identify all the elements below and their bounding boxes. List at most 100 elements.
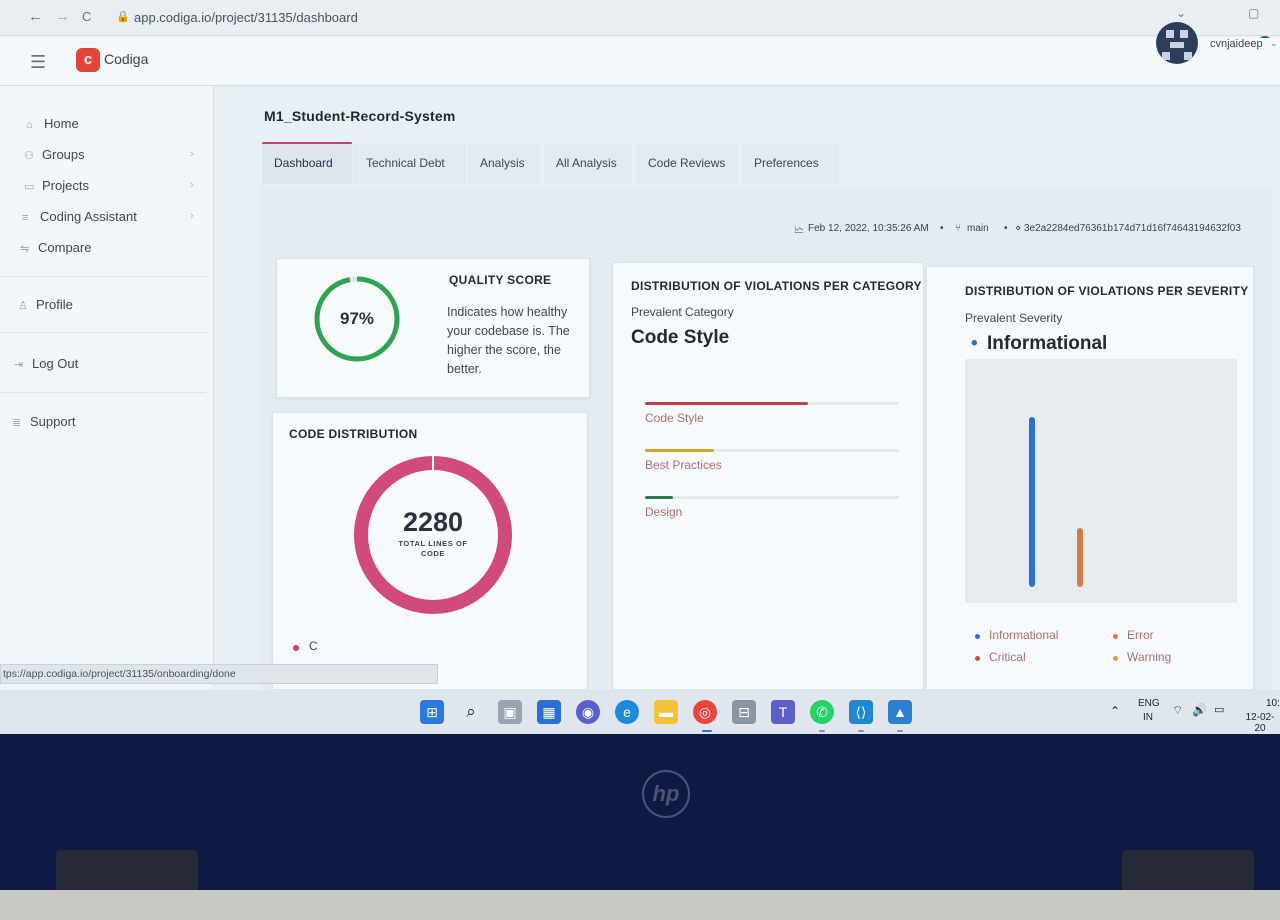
severity-bar-chart bbox=[965, 359, 1237, 603]
legend-dot bbox=[975, 656, 980, 661]
language-indicator[interactable]: ENG bbox=[1138, 698, 1160, 709]
screen: ← → C 🔒 app.codiga.io/project/31135/dash… bbox=[0, 0, 1280, 690]
commit-icon: ⋄ bbox=[1015, 223, 1022, 234]
address-bar[interactable]: app.codiga.io/project/31135/dashboard bbox=[134, 10, 358, 25]
violations-severity-title: DISTRIBUTION OF VIOLATIONS PER SEVERITY bbox=[965, 284, 1249, 298]
app-header: ☰ c Codiga bbox=[0, 38, 1280, 86]
edge-browser-icon[interactable]: e bbox=[615, 700, 639, 724]
sidebar-item-projects[interactable]: ▭ Projects bbox=[24, 178, 89, 198]
total-lines-value: 2280 bbox=[402, 507, 464, 537]
microsoft-store-icon[interactable]: ⊟ bbox=[732, 700, 756, 724]
user-name[interactable]: cvnjaideep bbox=[1210, 38, 1263, 50]
prevalent-severity-value: Informational bbox=[987, 333, 1108, 354]
tab-all-analysis[interactable]: All Analysis bbox=[544, 144, 632, 184]
forward-button[interactable]: → bbox=[55, 8, 70, 25]
total-lines-label: TOTAL LINES OF CODE bbox=[398, 539, 468, 558]
clock-time[interactable]: 10: bbox=[1266, 698, 1280, 709]
restore-window-button[interactable]: ▢ bbox=[1248, 6, 1259, 20]
page-title: M1_Student-Record-System bbox=[264, 108, 456, 124]
projects-icon: ▭ bbox=[24, 181, 35, 193]
violations-category-card: DISTRIBUTION OF VIOLATIONS PER CATEGORY … bbox=[612, 262, 924, 690]
user-avatar[interactable] bbox=[1156, 22, 1198, 64]
photos-icon[interactable]: ▲ bbox=[888, 700, 912, 724]
tab-technical-debt[interactable]: Technical Debt bbox=[354, 144, 466, 184]
branch-name: main bbox=[967, 223, 989, 234]
home-icon: ⌂ bbox=[26, 119, 33, 131]
quality-score-value: 97% bbox=[339, 309, 375, 328]
analysis-date: Feb 12, 2022, 10:35:26 AM bbox=[808, 223, 929, 234]
category-bar-label: Code Style bbox=[645, 411, 704, 425]
reload-button[interactable]: C bbox=[82, 9, 91, 24]
legend-dot bbox=[975, 634, 980, 639]
category-bar-track bbox=[645, 449, 899, 452]
sidebar-item-support[interactable]: ≣ Support bbox=[12, 414, 76, 434]
meta-separator: • bbox=[940, 223, 944, 234]
chat-icon[interactable]: ◉ bbox=[576, 700, 600, 724]
sidebar-item-label: Compare bbox=[38, 240, 92, 255]
logout-icon: ⇥ bbox=[14, 359, 24, 371]
sidebar-item-home[interactable]: ⌂ Home bbox=[26, 116, 79, 136]
prevalent-severity-dot: • bbox=[971, 333, 978, 354]
quality-score-card: QUALITY SCORE 97% Indicates how healthy … bbox=[276, 258, 590, 398]
tray-chevron-up-icon[interactable]: ⌃ bbox=[1110, 704, 1120, 718]
quality-score-description: Indicates how healthy your codebase is. … bbox=[447, 305, 570, 376]
sidebar-item-coding-assistant[interactable]: ≡ Coding Assistant bbox=[22, 209, 137, 229]
tab-dashboard[interactable]: Dashboard bbox=[262, 144, 352, 184]
sidebar-item-label: Coding Assistant bbox=[40, 209, 137, 224]
hp-logo: hp bbox=[642, 770, 690, 818]
browser-toolbar: ← → C 🔒 app.codiga.io/project/31135/dash… bbox=[0, 0, 1280, 36]
sidebar-item-compare[interactable]: ⇋ Compare bbox=[20, 240, 91, 260]
running-app-indicator bbox=[819, 730, 825, 732]
battery-icon[interactable]: ▭ bbox=[1214, 703, 1224, 716]
teams-icon[interactable]: T bbox=[771, 700, 795, 724]
search-icon[interactable]: ⌕ bbox=[459, 700, 483, 724]
sidebar-item-label: Projects bbox=[42, 178, 89, 193]
main-content: M1_Student-Record-System Dashboard Techn… bbox=[214, 86, 1280, 690]
legend-warning: Warning bbox=[1127, 650, 1172, 664]
language-region[interactable]: IN bbox=[1143, 712, 1153, 723]
volume-icon[interactable]: 🔊 bbox=[1192, 703, 1207, 717]
user-menu-chevron-icon[interactable]: ⌄ bbox=[1270, 38, 1278, 49]
legend-dot bbox=[1113, 634, 1118, 639]
wifi-icon[interactable]: ⌔ bbox=[1172, 703, 1183, 718]
branch-icon: ⑂ bbox=[955, 223, 961, 234]
sidebar-item-label: Support bbox=[30, 414, 76, 429]
groups-chevron-icon: › bbox=[190, 148, 194, 160]
sidebar-divider bbox=[0, 332, 206, 333]
chevron-down-icon[interactable]: ⌄ bbox=[1176, 6, 1186, 20]
sidebar-item-label: Log Out bbox=[32, 356, 79, 371]
active-app-indicator bbox=[702, 730, 712, 732]
calendar-icon: 🗠 bbox=[794, 225, 805, 236]
clock-date[interactable]: 12-02-20 bbox=[1240, 712, 1280, 734]
task-view-icon[interactable]: ▣ bbox=[498, 700, 522, 724]
prevalent-severity-label: Prevalent Severity bbox=[965, 311, 1063, 325]
category-bar-label: Best Practices bbox=[645, 458, 722, 472]
vscode-icon[interactable]: ⟨⟩ bbox=[849, 700, 873, 724]
tab-analysis[interactable]: Analysis bbox=[468, 144, 540, 184]
sidebar-item-logout[interactable]: ⇥ Log Out bbox=[14, 356, 78, 376]
violations-category-title: DISTRIBUTION OF VIOLATIONS PER CATEGORY bbox=[631, 279, 922, 293]
quality-score-ring: 97% bbox=[313, 275, 401, 363]
violations-severity-card: DISTRIBUTION OF VIOLATIONS PER SEVERITY … bbox=[926, 266, 1254, 690]
file-explorer-icon[interactable]: ▬ bbox=[654, 700, 678, 724]
running-app-indicator bbox=[897, 730, 903, 732]
meta-separator: • bbox=[1004, 223, 1008, 234]
whatsapp-icon[interactable]: ✆ bbox=[810, 700, 834, 724]
logo-text[interactable]: Codiga bbox=[104, 51, 148, 67]
widgets-icon[interactable]: ▦ bbox=[537, 700, 561, 724]
chrome-browser-icon[interactable]: ◎ bbox=[693, 700, 717, 724]
menu-icon[interactable]: ☰ bbox=[30, 52, 46, 73]
prevalent-category-value: Code Style bbox=[631, 327, 730, 348]
back-button[interactable]: ← bbox=[28, 8, 43, 25]
profile-icon: ♙ bbox=[18, 300, 28, 312]
code-distribution-card: CODE DISTRIBUTION 2280 TOTAL LINES OF CO… bbox=[272, 412, 588, 690]
sidebar-item-profile[interactable]: ♙ Profile bbox=[18, 297, 73, 317]
commit-hash: 3e2a2284ed76361b174d71d16f74643194632f03 bbox=[1024, 223, 1241, 234]
codiga-logo-icon[interactable]: c bbox=[76, 48, 100, 72]
sidebar-item-groups[interactable]: ⚇ Groups bbox=[24, 147, 85, 167]
tab-preferences[interactable]: Preferences bbox=[742, 144, 838, 184]
legend-dot bbox=[293, 645, 299, 651]
windows-start-icon[interactable]: ⊞ bbox=[420, 700, 444, 724]
sidebar: ⌂ Home ⚇ Groups › ▭ Projects › ≡ Coding Assi… bbox=[0, 86, 214, 686]
tab-code-reviews[interactable]: Code Reviews bbox=[636, 144, 738, 184]
